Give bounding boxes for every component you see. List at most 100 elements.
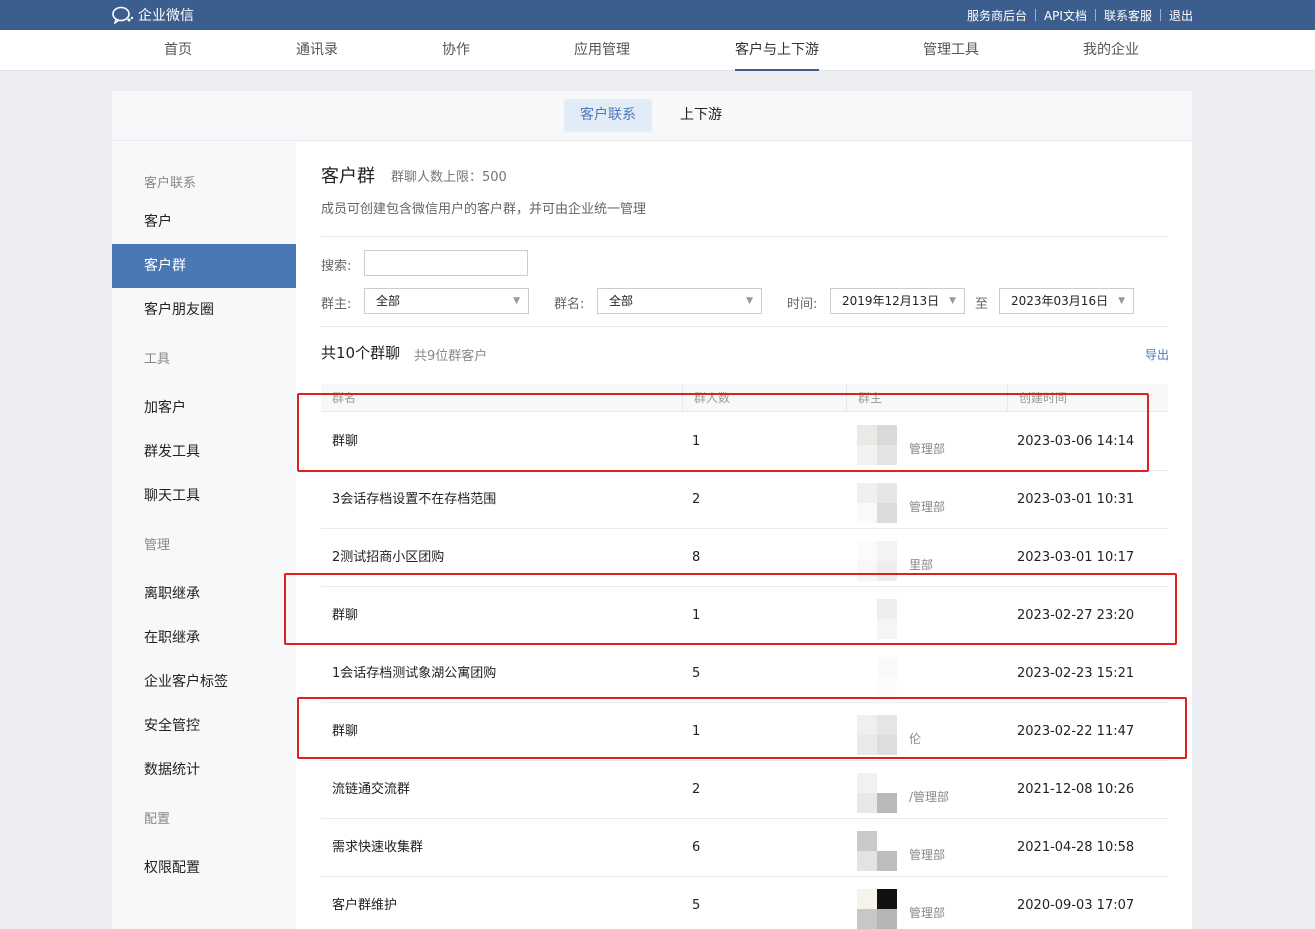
table-row[interactable]: 群聊 1 伦 2023-02-22 11:47 [321, 703, 1168, 761]
created-time: 2023-02-22 11:47 [1017, 724, 1135, 739]
table-row[interactable]: 需求快速收集群 6 管理部 2021-04-28 10:58 [321, 819, 1168, 877]
member-count: 2 [692, 782, 701, 797]
owner-cell: 管理部 [857, 471, 997, 529]
avatar [857, 541, 897, 581]
main-nav: 首页 通讯录 协作 应用管理 客户与上下游 管理工具 我的企业 [0, 30, 1315, 71]
member-count: 1 [692, 724, 701, 739]
owner-select[interactable]: 全部 ▼ [364, 288, 529, 314]
sidebar-item-resigned-transfer[interactable]: 离职继承 [112, 572, 296, 616]
nav-customers[interactable]: 客户与上下游 [735, 30, 819, 71]
nav-contacts[interactable]: 通讯录 [296, 30, 338, 71]
sidebar-item-moments[interactable]: 客户朋友圈 [112, 288, 296, 332]
group-name: 群聊 [332, 434, 359, 449]
main-card: 客户联系 上下游 客户联系 客户 客户群 客户朋友圈 工具 加客户 群发工具 聊… [112, 91, 1192, 929]
group-name: 流链通交流群 [332, 782, 411, 797]
group-name: 1会话存档测试象湖公寓团购 [332, 666, 497, 681]
owner-department: 管理部 [909, 500, 946, 514]
chevron-down-icon: ▼ [949, 296, 956, 306]
date-from-select[interactable]: 2019年12月13日 ▼ [830, 288, 965, 314]
date-from-value: 2019年12月13日 [842, 294, 940, 308]
sidebar-heading: 客户联系 [144, 176, 197, 191]
wecom-logo-icon [112, 6, 134, 24]
customer-count: 共9位群客户 [414, 349, 488, 364]
chevron-down-icon: ▼ [1118, 296, 1125, 306]
sidebar-item-tags[interactable]: 企业客户标签 [112, 660, 296, 704]
divider [1094, 9, 1096, 21]
date-to-select[interactable]: 2023年03月16日 ▼ [999, 288, 1134, 314]
top-links: 服务商后台 API文档 联系客服 退出 [967, 0, 1193, 30]
created-time: 2021-12-08 10:26 [1017, 782, 1135, 797]
top-link-logout[interactable]: 退出 [1169, 7, 1193, 24]
sidebar-heading: 工具 [144, 352, 171, 367]
page-title: 客户群 [321, 166, 375, 187]
sub-tabs: 客户联系 上下游 [112, 91, 1192, 141]
table-row[interactable]: 3会话存档设置不在存档范围 2 管理部 2023-03-01 10:31 [321, 471, 1168, 529]
page-description: 成员可创建包含微信用户的客户群，并可由企业统一管理 [321, 202, 647, 217]
top-link-support[interactable]: 联系客服 [1104, 7, 1152, 24]
column-header-owner: 群主 [846, 384, 1007, 412]
search-input[interactable] [364, 250, 528, 276]
owner-cell: 伦 [857, 703, 997, 761]
owner-department: 管理部 [909, 442, 946, 456]
top-link-provider[interactable]: 服务商后台 [967, 7, 1027, 24]
avatar [857, 483, 897, 523]
sidebar-item-onjob-transfer[interactable]: 在职继承 [112, 616, 296, 660]
divider [1159, 9, 1161, 21]
group-name-select[interactable]: 全部 ▼ [597, 288, 762, 314]
table-header: 群名 群人数 群主 创建时间 [321, 384, 1168, 412]
table-row[interactable]: 1会话存档测试象湖公寓团购 5 2023-02-23 15:21 [321, 645, 1168, 703]
created-time: 2023-03-06 14:14 [1017, 434, 1135, 449]
created-time: 2020-09-03 17:07 [1017, 898, 1135, 913]
nav-tools[interactable]: 管理工具 [923, 30, 979, 71]
sidebar-item-broadcast[interactable]: 群发工具 [112, 430, 296, 474]
owner-cell: 里部 [857, 529, 997, 587]
sidebar-item-add-customer[interactable]: 加客户 [112, 386, 296, 430]
owner-cell: 管理部 [857, 819, 997, 877]
chevron-down-icon: ▼ [746, 296, 753, 306]
member-count: 1 [692, 608, 701, 623]
sidebar-item-customer-groups[interactable]: 客户群 [112, 244, 296, 288]
avatar [857, 715, 897, 755]
owner-department: 伦 [909, 732, 922, 746]
sidebar-item-permissions[interactable]: 权限配置 [112, 846, 296, 890]
owner-cell: /管理部 [857, 761, 997, 819]
created-time: 2023-03-01 10:17 [1017, 550, 1135, 565]
table-row[interactable]: 客户群维护 5 管理部 2020-09-03 17:07 [321, 877, 1168, 929]
created-time: 2023-02-23 15:21 [1017, 666, 1135, 681]
date-to-value: 2023年03月16日 [1011, 294, 1109, 308]
table-row[interactable]: 群聊 1 2023-02-27 23:20 [321, 587, 1168, 645]
table-row[interactable]: 群聊 1 管理部 2023-03-06 14:14 [321, 413, 1168, 471]
nav-app-management[interactable]: 应用管理 [574, 30, 630, 71]
tab-customer-contact[interactable]: 客户联系 [564, 99, 652, 132]
owner-cell [857, 587, 997, 645]
sidebar-item-chat-tools[interactable]: 聊天工具 [112, 474, 296, 518]
avatar [857, 889, 897, 929]
owner-department: /管理部 [909, 790, 950, 804]
group-name: 3会话存档设置不在存档范围 [332, 492, 497, 507]
group-name: 2测试招商小区团购 [332, 550, 445, 565]
owner-select-value: 全部 [376, 294, 401, 308]
avatar [857, 657, 897, 697]
column-header-name: 群名 [332, 391, 357, 405]
nav-home[interactable]: 首页 [164, 30, 192, 71]
nav-my-company[interactable]: 我的企业 [1083, 30, 1139, 71]
top-link-api[interactable]: API文档 [1044, 7, 1087, 24]
search-label: 搜索: [321, 259, 352, 274]
tab-upstream-downstream[interactable]: 上下游 [664, 99, 738, 132]
owner-cell: 管理部 [857, 877, 997, 929]
group-name: 需求快速收集群 [332, 840, 424, 855]
sidebar-item-security[interactable]: 安全管控 [112, 704, 296, 748]
avatar [857, 831, 897, 871]
nav-collaboration[interactable]: 协作 [442, 30, 470, 71]
logo[interactable]: 企业微信 [112, 5, 194, 25]
top-bar: 企业微信 服务商后台 API文档 联系客服 退出 [0, 0, 1315, 30]
owner-cell: 管理部 [857, 413, 997, 471]
table-row[interactable]: 2测试招商小区团购 8 里部 2023-03-01 10:17 [321, 529, 1168, 587]
sidebar-item-customers[interactable]: 客户 [112, 200, 296, 244]
owner-label: 群主: [321, 297, 352, 312]
export-link[interactable]: 导出 [1145, 346, 1169, 363]
sidebar-item-statistics[interactable]: 数据统计 [112, 748, 296, 792]
table-row[interactable]: 流链通交流群 2/管理部 2021-12-08 10:26 [321, 761, 1168, 819]
divider [321, 326, 1168, 327]
divider [321, 236, 1168, 237]
